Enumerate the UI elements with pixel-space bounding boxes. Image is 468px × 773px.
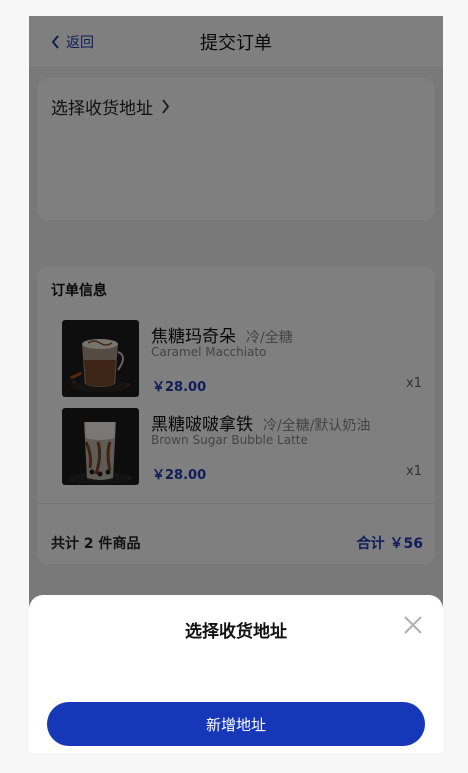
close-icon[interactable]	[403, 615, 423, 635]
sheet-title: 选择收货地址	[185, 622, 287, 642]
app-screen: 返回 提交订单 选择收货地址 订单信息	[29, 16, 443, 753]
address-bottom-sheet: 选择收货地址 新增地址	[29, 595, 443, 753]
add-address-button[interactable]: 新增地址	[47, 702, 425, 746]
